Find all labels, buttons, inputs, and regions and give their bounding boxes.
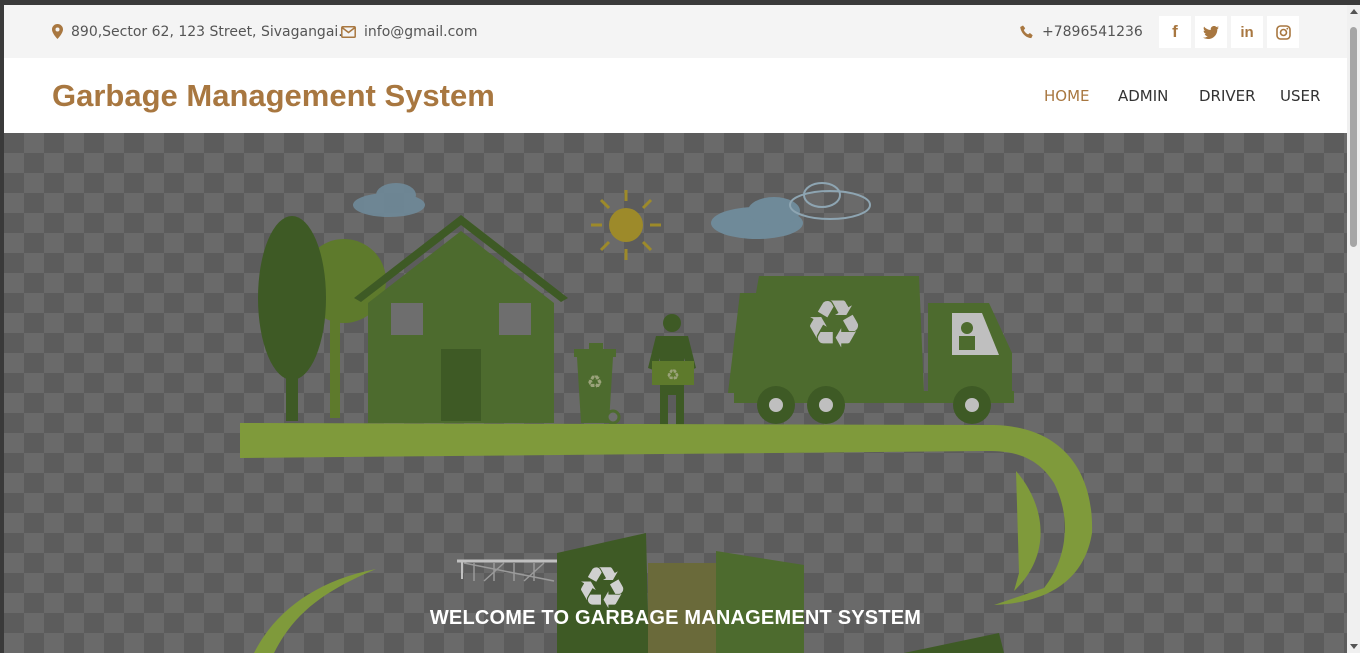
trash-bin-icon: ♻ [574, 343, 621, 425]
hero-title: WELCOME TO GARBAGE MANAGEMENT SYSTEM [429, 607, 922, 629]
map-marker-icon [52, 24, 63, 39]
scroll-up-arrow-icon[interactable] [1350, 9, 1358, 14]
browser-viewport: 890,Sector 62, 123 Street, Sivagangai. i… [4, 5, 1347, 653]
svg-text:♻: ♻ [587, 372, 603, 393]
facebook-icon[interactable]: f [1159, 16, 1191, 48]
recycling-plant-icon: ♻ [557, 533, 1004, 653]
garbage-truck-icon: ♻ [728, 276, 1014, 424]
cloud-icon [711, 182, 871, 239]
vertical-scrollbar[interactable] [1347, 5, 1360, 653]
phone-item[interactable]: +7896541236 [1020, 5, 1143, 58]
site-logo-title[interactable]: Garbage Management System [52, 58, 495, 133]
svg-text:♻: ♻ [804, 286, 863, 363]
nav-admin[interactable]: ADMIN [1118, 58, 1168, 133]
scrollbar-thumb[interactable] [1350, 27, 1357, 247]
twitter-icon[interactable] [1195, 16, 1227, 48]
top-info-bar: 890,Sector 62, 123 Street, Sivagangai. i… [4, 5, 1347, 58]
sun-icon [591, 190, 661, 260]
instagram-icon[interactable] [1267, 16, 1299, 48]
phone-icon [1020, 25, 1034, 39]
tree-icon [258, 216, 386, 421]
hero-banner: ♻ ♻ ♻ ♻ WELCOME TO GARBAGE MANAGEMENT SY… [4, 133, 1347, 653]
house-icon [354, 215, 568, 423]
scroll-down-arrow-icon[interactable] [1350, 644, 1358, 649]
phone-text[interactable]: +7896541236 [1042, 24, 1143, 40]
recycling-illustration: ♻ ♻ ♻ ♻ [240, 182, 1093, 653]
email-item[interactable]: info@gmail.com [341, 5, 478, 58]
svg-text:♻: ♻ [666, 366, 679, 384]
nav-home[interactable]: HOME [1044, 58, 1090, 133]
linkedin-icon[interactable]: in [1231, 16, 1263, 48]
address-item: 890,Sector 62, 123 Street, Sivagangai. [52, 5, 343, 58]
envelope-icon [341, 25, 356, 38]
email-text[interactable]: info@gmail.com [364, 24, 478, 40]
address-text: 890,Sector 62, 123 Street, Sivagangai. [71, 23, 343, 40]
cloud-icon [353, 183, 425, 217]
crane-icon [457, 559, 557, 582]
person-icon: ♻ [648, 314, 696, 428]
nav-user[interactable]: USER [1280, 58, 1320, 133]
nav-driver[interactable]: DRIVER [1199, 58, 1256, 133]
main-header: Garbage Management System HOME ADMIN DRI… [4, 58, 1347, 133]
